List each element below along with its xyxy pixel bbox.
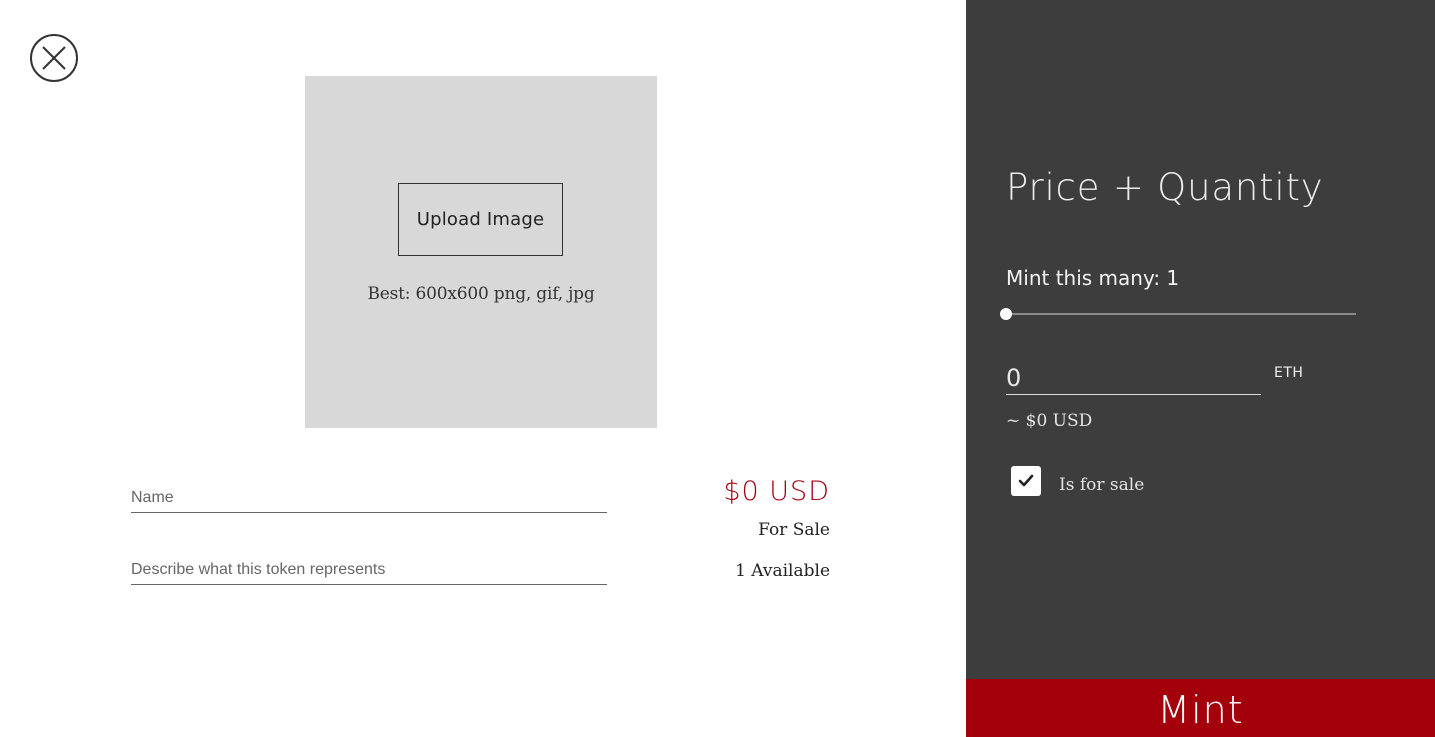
price-eth-input[interactable] [1006, 362, 1261, 395]
close-button[interactable] [30, 34, 78, 82]
usd-equivalent: ~ $0 USD [1006, 411, 1093, 431]
close-icon [30, 34, 78, 82]
description-input[interactable] [131, 561, 607, 585]
image-upload-area[interactable]: Upload Image Best: 600x600 png, gif, jpg [305, 76, 657, 428]
upload-hint: Best: 600x600 png, gif, jpg [367, 284, 595, 304]
mint-count-label: Mint this many: 1 [1006, 266, 1180, 290]
for-sale-label: Is for sale [1059, 475, 1145, 495]
panel-title: Price + Quantity [1006, 166, 1324, 209]
quantity-slider[interactable] [1006, 313, 1356, 315]
quantity-slider-thumb[interactable] [1000, 308, 1012, 320]
mint-button[interactable]: Mint [966, 679, 1435, 737]
availability-count: 1 Available [735, 561, 830, 581]
checkmark-icon [1018, 474, 1034, 487]
upload-image-button[interactable]: Upload Image [398, 183, 563, 256]
eth-unit-label: ETH [1274, 365, 1304, 381]
for-sale-checkbox[interactable] [1011, 466, 1041, 496]
name-input[interactable] [131, 489, 607, 513]
price-usd-display: $0 USD [723, 476, 830, 507]
price-quantity-panel: Price + Quantity Mint this many: 1 ETH ~… [966, 0, 1435, 737]
sale-status: For Sale [758, 520, 830, 540]
